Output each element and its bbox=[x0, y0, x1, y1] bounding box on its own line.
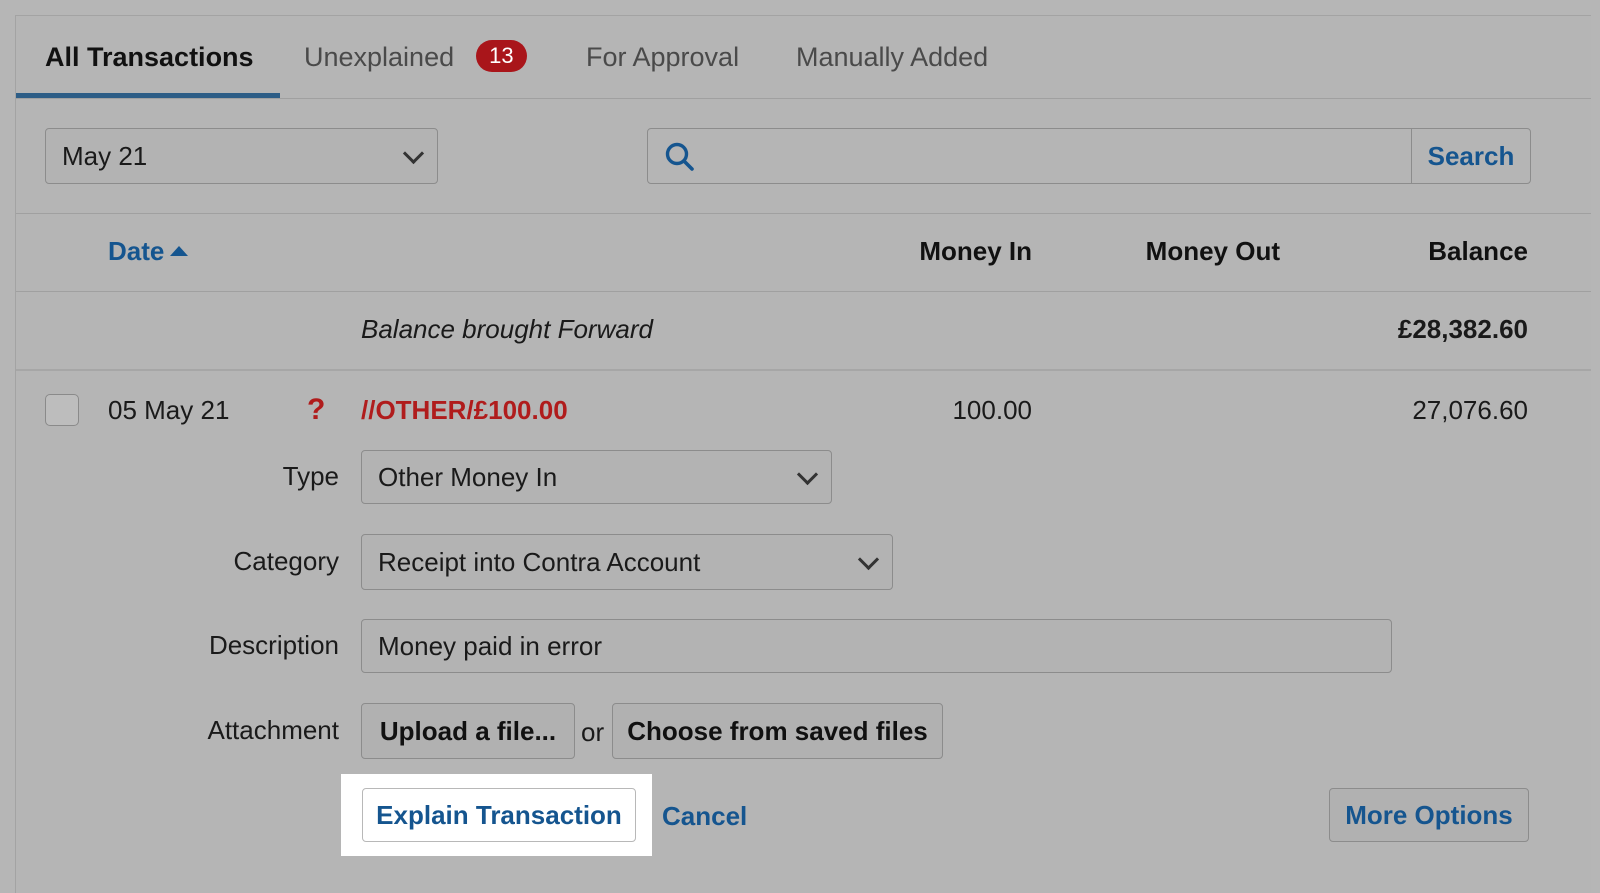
chevron-down-icon bbox=[402, 142, 425, 165]
explain-transaction-button-label: Explain Transaction bbox=[376, 800, 622, 830]
description-label: Description bbox=[208, 630, 339, 660]
category-select-value: Receipt into Contra Account bbox=[378, 547, 701, 577]
column-header-money-in: Money In bbox=[832, 236, 1032, 267]
upload-file-button[interactable]: Upload a file... bbox=[361, 703, 575, 759]
balance-forward-label: Balance brought Forward bbox=[361, 314, 653, 344]
type-select-value: Other Money In bbox=[378, 462, 558, 492]
cancel-link[interactable]: Cancel bbox=[662, 801, 747, 832]
balance-forward-amount: £28,382.60 bbox=[1397, 314, 1528, 344]
tab-all-transactions-label: All Transactions bbox=[45, 42, 254, 72]
transaction-description-link[interactable]: //OTHER/£100.00 bbox=[361, 395, 568, 426]
search-icon bbox=[665, 142, 694, 171]
search-button[interactable]: Search bbox=[1411, 129, 1530, 183]
search-box: Search bbox=[647, 128, 1531, 184]
explain-transaction-button[interactable]: Explain Transaction bbox=[362, 788, 636, 842]
column-header-balance: Balance bbox=[1328, 236, 1528, 267]
transaction-checkbox[interactable] bbox=[45, 394, 79, 426]
chevron-down-icon bbox=[796, 463, 819, 486]
description-input[interactable]: Money paid in error bbox=[361, 619, 1392, 673]
choose-saved-files-button-label: Choose from saved files bbox=[627, 716, 928, 746]
transactions-panel: All Transactions Unexplained 13 For Appro… bbox=[15, 15, 1591, 893]
column-header-money-out-label: Money Out bbox=[1145, 236, 1280, 266]
divider bbox=[16, 369, 1591, 371]
attachment-label: Attachment bbox=[207, 715, 339, 745]
period-select-value: May 21 bbox=[62, 141, 148, 171]
type-select[interactable]: Other Money In bbox=[361, 450, 832, 504]
period-select[interactable]: May 21 bbox=[45, 128, 438, 184]
column-header-date-label: Date bbox=[108, 236, 165, 266]
column-header-date[interactable]: Date bbox=[108, 236, 189, 267]
active-tab-indicator bbox=[16, 93, 280, 98]
category-label: Category bbox=[233, 546, 340, 576]
chevron-down-icon bbox=[857, 548, 880, 571]
choose-saved-files-button[interactable]: Choose from saved files bbox=[612, 703, 943, 759]
type-label: Type bbox=[282, 461, 339, 491]
more-options-button[interactable]: More Options bbox=[1329, 788, 1529, 842]
tab-manually-added[interactable]: Manually Added bbox=[796, 16, 988, 98]
tab-manually-added-label: Manually Added bbox=[796, 42, 989, 72]
tab-for-approval-label: For Approval bbox=[586, 42, 740, 72]
transaction-date: 05 May 21 bbox=[108, 395, 230, 425]
tab-bar: All Transactions Unexplained 13 For Appro… bbox=[16, 16, 1591, 99]
tab-all-transactions[interactable]: All Transactions bbox=[45, 16, 254, 98]
tab-unexplained-label: Unexplained bbox=[304, 42, 455, 72]
more-options-button-label: More Options bbox=[1345, 800, 1513, 830]
category-select[interactable]: Receipt into Contra Account bbox=[361, 534, 893, 590]
unexplained-count-badge: 13 bbox=[476, 40, 527, 72]
search-button-label: Search bbox=[1427, 141, 1515, 171]
divider bbox=[16, 213, 1591, 214]
tab-for-approval[interactable]: For Approval bbox=[586, 16, 739, 98]
sort-ascending-icon bbox=[170, 246, 189, 256]
description-input-value: Money paid in error bbox=[378, 631, 602, 661]
upload-file-button-label: Upload a file... bbox=[379, 716, 557, 746]
transaction-money-in: 100.00 bbox=[952, 395, 1032, 425]
transaction-balance: 27,076.60 bbox=[1412, 395, 1528, 425]
search-input[interactable] bbox=[708, 129, 1408, 183]
column-header-balance-label: Balance bbox=[1428, 236, 1528, 266]
column-header-money-out: Money Out bbox=[1080, 236, 1280, 267]
column-header-money-in-label: Money In bbox=[919, 236, 1032, 266]
or-text: or bbox=[581, 717, 605, 747]
tab-unexplained[interactable]: Unexplained 13 bbox=[304, 16, 527, 98]
divider bbox=[16, 291, 1591, 292]
unexplained-question-icon: ? bbox=[307, 393, 326, 426]
